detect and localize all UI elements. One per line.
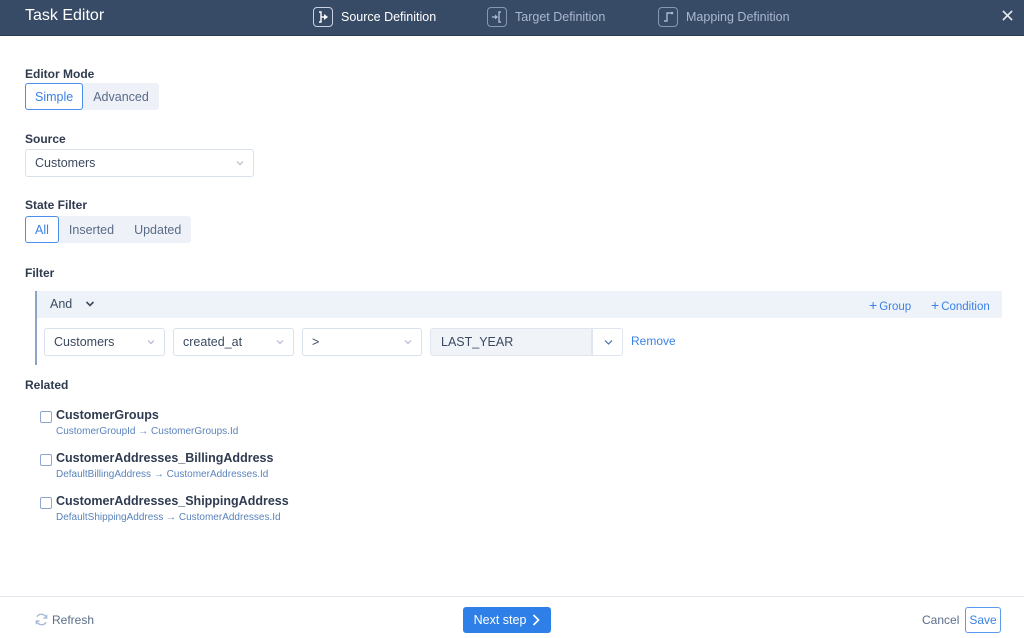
editor-mode-simple[interactable]: Simple: [25, 83, 84, 110]
add-condition-button[interactable]: + Condition: [931, 297, 990, 313]
source-select[interactable]: Customers: [25, 149, 254, 177]
related-checkbox[interactable]: [40, 411, 52, 423]
refresh-icon: [35, 613, 48, 626]
related-relation: DefaultShippingAddress → CustomerAddress…: [56, 512, 281, 523]
filter-label: Filter: [25, 266, 55, 280]
condition-object-select[interactable]: Customers: [44, 328, 165, 356]
state-filter-toggle: All Inserted Updated: [25, 216, 192, 243]
footer: Refresh Next step Cancel Save: [0, 596, 1024, 638]
editor-mode-label: Editor Mode: [25, 67, 95, 81]
chevron-down-icon: [236, 161, 244, 166]
plus-icon: +: [869, 297, 878, 313]
state-filter-inserted[interactable]: Inserted: [59, 216, 124, 243]
chevron-down-icon: [404, 340, 412, 345]
title-bar: Task Editor Source Definition Target Def…: [0, 0, 1024, 36]
source-value: Customers: [35, 156, 96, 170]
state-filter-label: State Filter: [25, 198, 88, 212]
tab-mapping-definition[interactable]: Mapping Definition: [658, 6, 790, 28]
related-name: CustomerAddresses_ShippingAddress: [56, 494, 289, 508]
editor-mode-advanced[interactable]: Advanced: [83, 83, 159, 110]
tab-label: Target Definition: [515, 10, 606, 24]
related-checkbox[interactable]: [40, 454, 52, 466]
tab-source-definition[interactable]: Source Definition: [313, 6, 436, 28]
chevron-down-icon: [604, 340, 613, 345]
tab-target-definition[interactable]: Target Definition: [487, 6, 605, 28]
condition-field-select[interactable]: created_at: [173, 328, 294, 356]
source-definition-icon: [313, 7, 333, 27]
related-name: CustomerGroups: [56, 408, 159, 422]
related-checkbox[interactable]: [40, 497, 52, 509]
refresh-button[interactable]: Refresh: [34, 612, 94, 627]
related-name: CustomerAddresses_BillingAddress: [56, 451, 274, 465]
condition-operator-select[interactable]: >: [302, 328, 422, 356]
related-relation: CustomerGroupId → CustomerGroups.Id: [56, 426, 239, 437]
chevron-right-icon: [533, 614, 541, 626]
add-group-button[interactable]: + Group: [869, 297, 911, 313]
state-filter-all[interactable]: All: [25, 216, 59, 243]
filter-group-header: And + Group + Condition: [37, 291, 1002, 318]
chevron-down-icon[interactable]: [85, 300, 95, 308]
remove-condition-link[interactable]: Remove: [631, 334, 676, 348]
condition-value-dropdown[interactable]: [592, 328, 623, 356]
cancel-button[interactable]: Cancel: [922, 613, 959, 627]
tab-label: Mapping Definition: [686, 10, 790, 24]
target-definition-icon: [487, 7, 507, 27]
related-label: Related: [25, 378, 69, 392]
condition-value-input[interactable]: LAST_YEAR: [430, 328, 592, 356]
next-step-button[interactable]: Next step: [463, 607, 551, 633]
save-button[interactable]: Save: [965, 607, 1001, 633]
plus-icon: +: [931, 297, 940, 313]
editor-mode-toggle: Simple Advanced: [25, 83, 159, 110]
mapping-definition-icon: [658, 7, 678, 27]
state-filter-updated[interactable]: Updated: [124, 216, 191, 243]
related-relation: DefaultBillingAddress → CustomerAddresse…: [56, 469, 269, 480]
chevron-down-icon: [147, 340, 155, 345]
source-label: Source: [25, 132, 66, 146]
window-title: Task Editor: [25, 7, 105, 24]
chevron-down-icon: [276, 340, 284, 345]
group-operator[interactable]: And: [50, 297, 72, 311]
close-button[interactable]: [998, 8, 1016, 26]
close-icon: [1001, 10, 1013, 21]
tab-label: Source Definition: [341, 10, 437, 24]
